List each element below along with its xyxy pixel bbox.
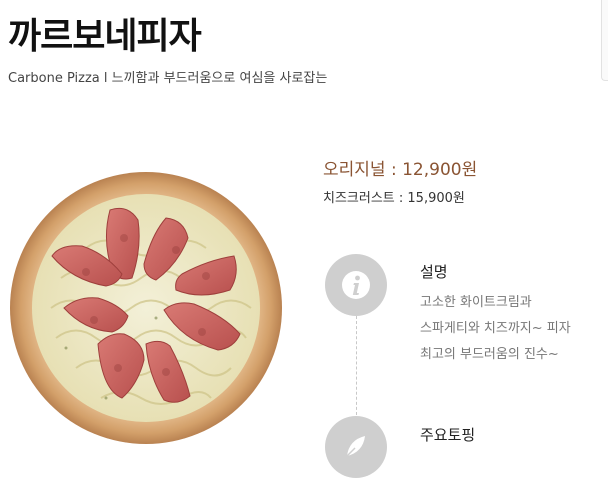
- original-price: 오리지널 : 12,900원: [323, 160, 478, 180]
- leaf-icon: [325, 416, 387, 478]
- description-line: 스파게티와 치즈까지~ 피자: [420, 321, 571, 336]
- description-line: 최고의 부드러움의 진수~: [420, 347, 559, 362]
- page-title: 까르보네피자: [8, 16, 202, 57]
- toppings-heading: 주요토핑: [420, 426, 476, 444]
- pizza-image: [10, 172, 282, 444]
- info-icon: [325, 254, 387, 316]
- product-subtitle: Carbone Pizza l 느끼함과 부드러움으로 여심을 사로잡는: [8, 71, 328, 86]
- timeline-divider: [356, 316, 357, 420]
- cheese-crust-price: 치즈크러스트 : 15,900원: [323, 191, 465, 206]
- scrollbar[interactable]: [601, 0, 608, 81]
- description-heading: 설명: [420, 263, 448, 281]
- description-line: 고소한 화이트크림과: [420, 295, 532, 310]
